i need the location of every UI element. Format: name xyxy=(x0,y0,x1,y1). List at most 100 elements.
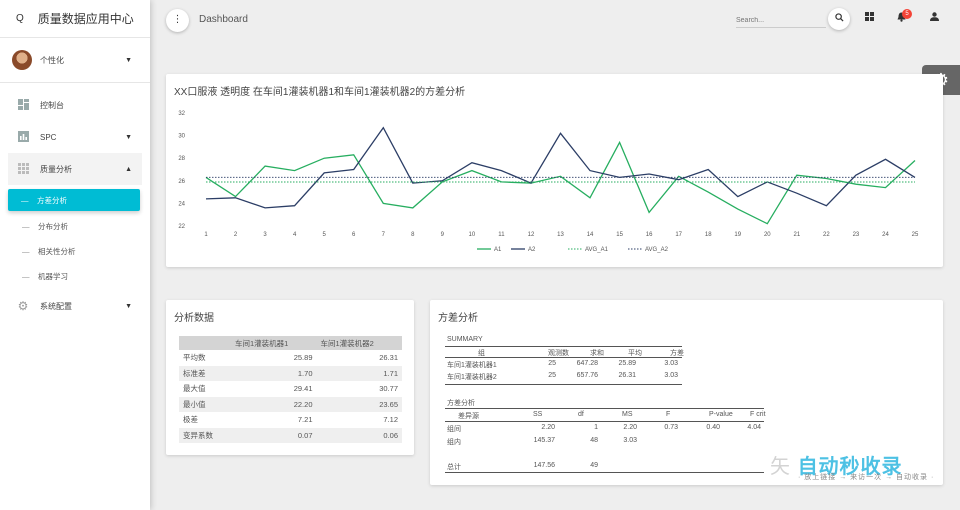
table-row: 最小值 22.20 23.65 xyxy=(179,396,402,412)
sidebar-subitem-ml[interactable]: — 机器学习 xyxy=(0,265,150,287)
brand[interactable]: Q 质量数据应用中心 xyxy=(0,0,150,38)
anova-cell: 0.73 xyxy=(664,424,678,431)
anova-header: SS xyxy=(533,411,543,418)
anova-header: df xyxy=(578,411,584,418)
account-button[interactable] xyxy=(930,12,939,24)
x-tick-label: 1 xyxy=(204,232,208,238)
apps-button[interactable] xyxy=(865,12,874,24)
anova-cell: 4.04 xyxy=(747,424,761,431)
bar-chart-icon xyxy=(17,131,29,143)
summary-cell: 26.31 xyxy=(618,372,636,379)
user-menu[interactable]: 个性化 ▼ xyxy=(0,38,150,83)
table-cell: 1.70 xyxy=(231,365,317,381)
search-button[interactable] xyxy=(828,8,850,30)
table-header-row: 车间1灌装机器1 车间1灌装机器2 xyxy=(179,336,402,350)
table-row: 标准差 1.70 1.71 xyxy=(179,365,402,381)
summary-cell: 3.03 xyxy=(664,372,678,379)
more-vert-button[interactable]: ⋮ xyxy=(166,9,189,32)
summary-cell: 25.89 xyxy=(618,360,636,367)
summary-cell: 25 xyxy=(548,360,556,367)
sidebar-subitem-label: 机器学习 xyxy=(38,271,68,281)
table-cell: 26.31 xyxy=(379,353,398,363)
x-tick-label: 20 xyxy=(764,232,771,238)
person-icon xyxy=(930,12,939,21)
table-cell: 23.65 xyxy=(316,396,402,412)
x-tick-label: 8 xyxy=(411,232,415,238)
table-divider xyxy=(445,357,682,358)
table-cell: 0.07 xyxy=(231,427,317,443)
x-tick-label: 12 xyxy=(528,232,535,238)
watermark-glyph: 矢 xyxy=(770,456,791,478)
row-label: 变异系数 xyxy=(179,427,231,443)
summary-cell: 657.76 xyxy=(576,372,598,379)
user-label: 个性化 xyxy=(40,55,64,65)
x-tick-label: 23 xyxy=(853,232,860,238)
anova-cell: 1 xyxy=(594,424,598,431)
table-divider xyxy=(445,408,764,409)
x-tick-label: 22 xyxy=(823,232,830,238)
table-cell: 22.20 xyxy=(231,396,317,412)
anova-cell: 48 xyxy=(590,437,598,444)
row-label: 最小值 xyxy=(179,396,231,412)
anova-header: F xyxy=(666,411,671,418)
dashboard-icon xyxy=(17,99,29,111)
sidebar-subitem-distribution[interactable]: — 分布分析 xyxy=(0,215,150,237)
sidebar-subitem-correlation[interactable]: — 相关性分析 xyxy=(0,240,150,262)
row-label: 标准差 xyxy=(179,365,231,381)
sidebar-subitem-anova[interactable]: — 方差分析 xyxy=(8,189,140,211)
anova-header: P-value xyxy=(709,411,733,418)
x-tick-label: 24 xyxy=(882,232,889,238)
dash-icon: — xyxy=(22,271,30,281)
table-divider xyxy=(445,421,764,422)
dash-icon: — xyxy=(22,246,30,256)
summary-cell: 25 xyxy=(548,372,556,379)
sidebar-item-spc[interactable]: SPC ▼ xyxy=(0,121,150,153)
search-input[interactable] xyxy=(736,10,826,28)
row-label: 最大值 xyxy=(183,384,206,394)
table-header xyxy=(179,336,231,350)
sidebar-item-dashboard[interactable]: 控制台 xyxy=(0,89,150,121)
x-tick-label: 14 xyxy=(587,232,594,238)
x-tick-label: 17 xyxy=(675,232,682,238)
caret-down-icon: ▼ xyxy=(125,302,132,310)
dash-icon: — xyxy=(22,221,30,231)
sidebar-subitem-label: 分布分析 xyxy=(38,221,68,231)
sidebar: Q 质量数据应用中心 个性化 ▼ 控制台 SPC ▼ 质量分析 ▲ — 方差分析… xyxy=(0,0,150,510)
sidebar-item-quality-analysis[interactable]: 质量分析 ▲ xyxy=(8,153,142,185)
table-row: 变异系数 0.07 0.06 xyxy=(179,427,402,443)
anova-header: 差异源 xyxy=(458,413,479,420)
y-tick-label: 24 xyxy=(178,201,185,207)
anova-title: 方差分析 xyxy=(438,313,478,324)
row-label: 平均数 xyxy=(183,353,206,363)
page-title: Dashboard xyxy=(199,14,248,25)
caret-down-icon: ▼ xyxy=(125,133,132,141)
watermark-subtext: · 放上链接 → 来访一次 → 自动收录 · xyxy=(798,474,935,481)
x-tick-label: 5 xyxy=(322,232,326,238)
sidebar-item-label: SPC xyxy=(40,132,57,142)
x-tick-label: 4 xyxy=(293,232,297,238)
legend-label: A1 xyxy=(494,247,502,253)
y-tick-label: 32 xyxy=(178,111,185,117)
x-tick-label: 19 xyxy=(734,232,741,238)
dash-icon: — xyxy=(21,195,29,205)
legend-label: AVG_A1 xyxy=(585,247,609,253)
sidebar-item-label: 控制台 xyxy=(40,100,64,110)
app-title: 质量数据应用中心 xyxy=(37,12,134,26)
table-row: 最大值 29.41 30.77 xyxy=(179,381,402,397)
x-tick-label: 10 xyxy=(469,232,476,238)
y-tick-label: 26 xyxy=(178,179,185,185)
table-divider xyxy=(445,346,682,347)
table-cell: 30.77 xyxy=(379,384,398,394)
anova-cell: 组间 xyxy=(447,426,461,433)
chart-card: 22 24 26 28 30 32 1 2 3 4 5 6 7 8 9 10 11 12 13 14 15 16 17 18 1… xyxy=(166,74,943,267)
table-cell: 0.06 xyxy=(316,427,402,443)
sidebar-item-settings[interactable]: ⚙ 系统配置 ▼ xyxy=(0,290,150,322)
logo-icon: Q xyxy=(16,13,24,24)
table-cell: 1.71 xyxy=(316,365,402,381)
y-tick-label: 22 xyxy=(178,224,185,230)
table-header: 车间1灌装机器2 xyxy=(316,336,402,350)
legend-label: AVG_A2 xyxy=(645,247,669,253)
stats-table: 车间1灌装机器1 车间1灌装机器2 平均数 25.89 26.31 标准差 1.70 1.… xyxy=(179,336,402,443)
anova-cell: 总计 xyxy=(447,464,461,471)
x-tick-label: 25 xyxy=(912,232,919,238)
